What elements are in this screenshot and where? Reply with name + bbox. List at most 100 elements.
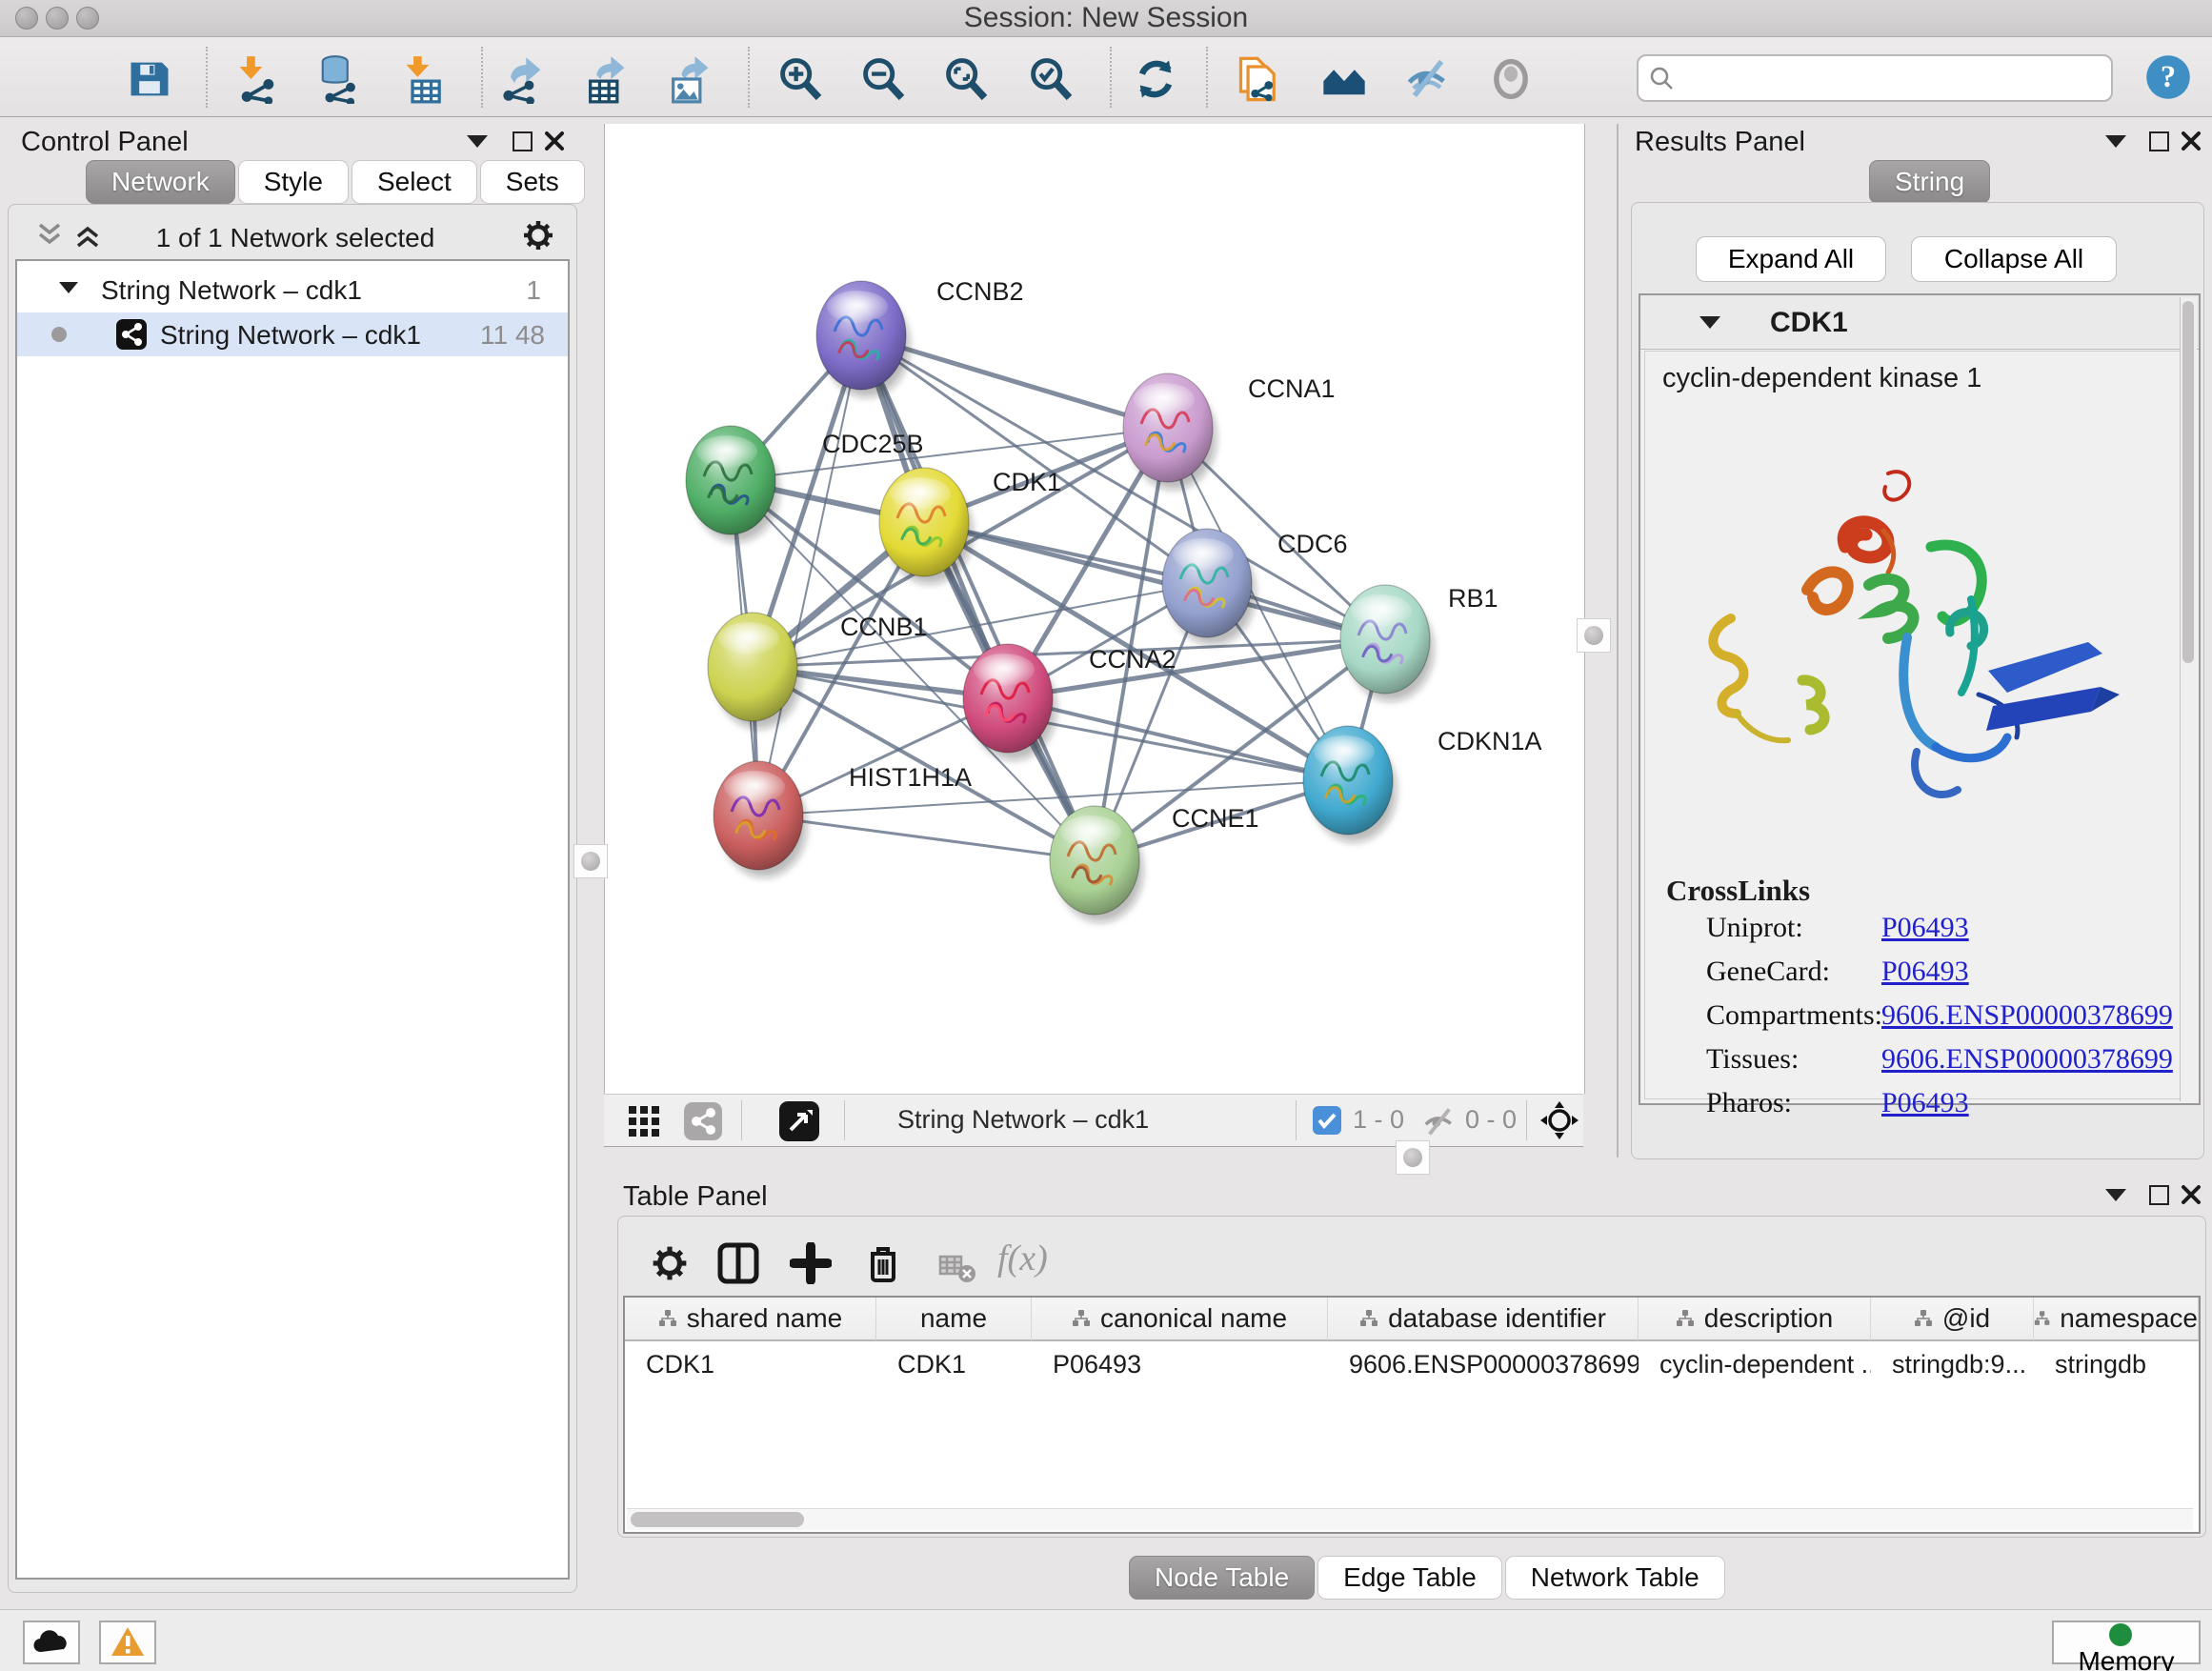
warnings-button[interactable] (99, 1621, 156, 1664)
node-CCNA1[interactable]: CCNA1 (1123, 373, 1336, 482)
crosslink-row: Pharos: P06493 (1645, 1087, 2181, 1131)
network-canvas[interactable]: CCNB2CCNA1CDC25BCDK1CDC6RB1CCNB1CCNA2CDK… (604, 124, 1585, 1094)
automation-cloud-button[interactable] (23, 1621, 80, 1664)
tab-network[interactable]: Network (86, 160, 235, 204)
crosslink-link[interactable]: P06493 (1881, 912, 1969, 944)
import-network-from-file-button[interactable] (231, 52, 285, 106)
string-import-button[interactable] (1233, 52, 1286, 106)
zoom-out-button[interactable] (856, 52, 910, 106)
protein-collapse-icon[interactable] (1699, 316, 1720, 329)
table-cell[interactable]: CDK1 (876, 1343, 1032, 1385)
create-column-button[interactable] (782, 1236, 839, 1293)
cloud-icon (30, 1627, 72, 1656)
grid-view-icon[interactable] (627, 1104, 661, 1138)
protein-section-header[interactable]: CDK1 (1640, 295, 2199, 350)
column-header-shared-name[interactable]: shared name (625, 1298, 876, 1341)
results-scrollbar[interactable] (2180, 297, 2197, 1101)
network-collection-row[interactable]: String Network – cdk1 1 (17, 269, 568, 312)
tab-node-table[interactable]: Node Table (1129, 1556, 1315, 1600)
table-cell[interactable]: cyclin-dependent ... (1639, 1343, 1871, 1385)
table-panel-float-icon[interactable] (2149, 1185, 2169, 1205)
birds-eye-crosshair-icon[interactable] (1539, 1100, 1579, 1140)
right-splitter-handle[interactable] (1577, 618, 1611, 653)
node-CDKN1A[interactable]: CDKN1A (1303, 726, 1542, 835)
tab-style[interactable]: Style (238, 160, 349, 204)
expand-all-button[interactable]: Expand All (1696, 236, 1886, 282)
results-panel-collapse-icon[interactable] (2105, 135, 2126, 148)
table-panel-close-icon[interactable] (2180, 1183, 2202, 1206)
hidden-eye-slash-icon[interactable] (1421, 1104, 1458, 1138)
string-file-icon (1235, 54, 1284, 104)
left-splitter-handle[interactable] (573, 844, 608, 878)
table-cell[interactable]: stringdb (2034, 1343, 2199, 1385)
crosslink-label: Pharos: (1706, 1087, 1792, 1119)
zoom-out-icon (858, 54, 908, 104)
column-header-database-identifier[interactable]: database identifier (1328, 1298, 1639, 1341)
column-header-name[interactable]: name (876, 1298, 1032, 1341)
control-panel-float-icon[interactable] (513, 131, 533, 151)
results-splitter[interactable] (1617, 124, 1619, 1158)
selected-indicator-checkbox[interactable] (1313, 1106, 1341, 1135)
tab-network-table[interactable]: Network Table (1505, 1556, 1725, 1600)
collapse-all-icon[interactable] (34, 221, 67, 250)
import-network-from-database-button[interactable] (312, 52, 365, 106)
table-options-gear-button[interactable] (641, 1236, 698, 1293)
zoom-fit-button[interactable] (939, 52, 993, 106)
delete-table-button[interactable] (929, 1241, 986, 1299)
open-session-button[interactable] (38, 52, 91, 106)
results-panel-close-icon[interactable] (2180, 130, 2202, 152)
home-button[interactable] (1317, 52, 1371, 106)
table-panel-collapse-icon[interactable] (2105, 1189, 2126, 1201)
crosslink-link[interactable]: P06493 (1881, 956, 1969, 988)
function-builder-button[interactable]: f(x) (997, 1238, 1048, 1279)
export-network-button[interactable] (496, 52, 550, 106)
export-table-button[interactable] (580, 52, 633, 106)
table-cell[interactable]: stringdb:9... (1871, 1343, 2034, 1385)
bottom-splitter-handle[interactable] (1396, 1140, 1430, 1175)
crosslink-link[interactable]: P06493 (1881, 1087, 1969, 1119)
column-header-description[interactable]: description (1639, 1298, 1871, 1341)
import-table-from-file-button[interactable] (398, 52, 452, 106)
tab-edge-table[interactable]: Edge Table (1317, 1556, 1502, 1600)
zoom-selected-button[interactable] (1024, 52, 1077, 106)
export-image-button[interactable] (663, 52, 716, 106)
control-panel-close-icon[interactable] (543, 130, 566, 152)
column-header-namespace[interactable]: namespace (2034, 1298, 2199, 1341)
crosslink-link[interactable]: 9606.ENSP00000378699 (1881, 999, 2173, 1032)
results-panel-float-icon[interactable] (2149, 131, 2169, 151)
search-input[interactable] (1680, 58, 2103, 96)
network-options-gear-icon[interactable] (520, 217, 556, 253)
network-edge[interactable] (758, 335, 861, 815)
network-row[interactable]: String Network – cdk1 11 48 (17, 312, 568, 356)
node-CCNE1[interactable]: CCNE1 (1050, 804, 1259, 915)
help-button[interactable]: ? (2142, 50, 2195, 104)
detach-view-icon[interactable] (779, 1101, 819, 1141)
table-horizontal-scrollbar[interactable] (627, 1508, 2193, 1530)
tab-string[interactable]: String (1869, 160, 1990, 204)
table-cell[interactable]: 9606.ENSP00000378699 (1328, 1343, 1639, 1385)
zoom-selected-icon (1026, 54, 1076, 104)
table-scrollbar-thumb[interactable] (631, 1512, 804, 1527)
show-all-button[interactable] (1484, 52, 1538, 106)
apply-layout-button[interactable] (1129, 52, 1182, 106)
collapse-all-button[interactable]: Collapse All (1911, 236, 2117, 282)
network-edge[interactable] (758, 815, 1095, 860)
tab-sets[interactable]: Sets (480, 160, 585, 204)
save-session-button[interactable] (123, 52, 176, 106)
hide-selected-button[interactable] (1401, 52, 1455, 106)
column-header-canonical-name[interactable]: canonical name (1032, 1298, 1328, 1341)
control-panel-collapse-icon[interactable] (467, 135, 488, 148)
table-cell[interactable]: CDK1 (625, 1343, 876, 1385)
show-columns-button[interactable] (710, 1236, 767, 1293)
tab-select[interactable]: Select (352, 160, 477, 204)
node-HIST1H1A[interactable]: HIST1H1A (714, 761, 972, 870)
table-cell[interactable]: P06493 (1032, 1343, 1328, 1385)
results-scrollbar-thumb[interactable] (2182, 301, 2194, 663)
delete-column-button[interactable] (855, 1236, 912, 1293)
crosslink-link[interactable]: 9606.ENSP00000378699 (1881, 1043, 2173, 1076)
network-view-icon[interactable] (684, 1102, 722, 1140)
column-header--id[interactable]: @id (1871, 1298, 2034, 1341)
memory-button[interactable]: Memory (2052, 1621, 2201, 1664)
zoom-in-button[interactable] (774, 52, 827, 106)
collection-expand-icon[interactable] (59, 282, 78, 293)
